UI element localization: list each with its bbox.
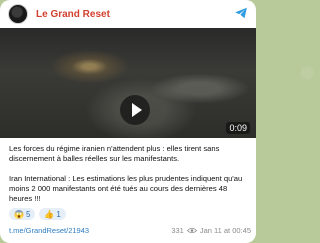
reaction-shocked[interactable]: 😱 5 [9, 208, 36, 220]
reaction-count: 5 [25, 209, 31, 219]
message-meta: 331 Jan 11 at 00:45 [171, 226, 251, 235]
share-icon[interactable] [234, 6, 248, 20]
reactions-bar: 😱 5 👍 1 [9, 208, 66, 220]
channel-name[interactable]: Le Grand Reset [36, 9, 110, 20]
message-paragraph-1: Les forces du régime iranien n'attendent… [9, 144, 220, 163]
view-count: 331 [171, 226, 184, 235]
reaction-thumbs-up[interactable]: 👍 1 [39, 208, 66, 220]
channel-avatar[interactable] [8, 4, 28, 24]
message-paragraph-2: Iran International : Les estimations les… [9, 174, 243, 203]
video-thumbnail[interactable] [0, 28, 256, 138]
message-text: Les forces du régime iranien n'attendent… [9, 144, 251, 204]
message-date: Jan 11 at 00:45 [199, 226, 251, 235]
reaction-count: 1 [56, 209, 61, 219]
message-footer: t.me/GrandReset/21943 331 Jan 11 at 00:4… [9, 226, 251, 238]
play-icon[interactable] [120, 95, 150, 125]
shocked-face-icon: 😱 [14, 209, 24, 219]
video-duration: 0:09 [226, 122, 250, 134]
eye-icon [186, 227, 197, 234]
message-header: Le Grand Reset [0, 0, 256, 28]
message-card: Le Grand Reset 0:09 Les forces du régime… [0, 0, 256, 243]
message-link[interactable]: t.me/GrandReset/21943 [9, 226, 89, 235]
thumbs-up-icon: 👍 [44, 209, 55, 219]
